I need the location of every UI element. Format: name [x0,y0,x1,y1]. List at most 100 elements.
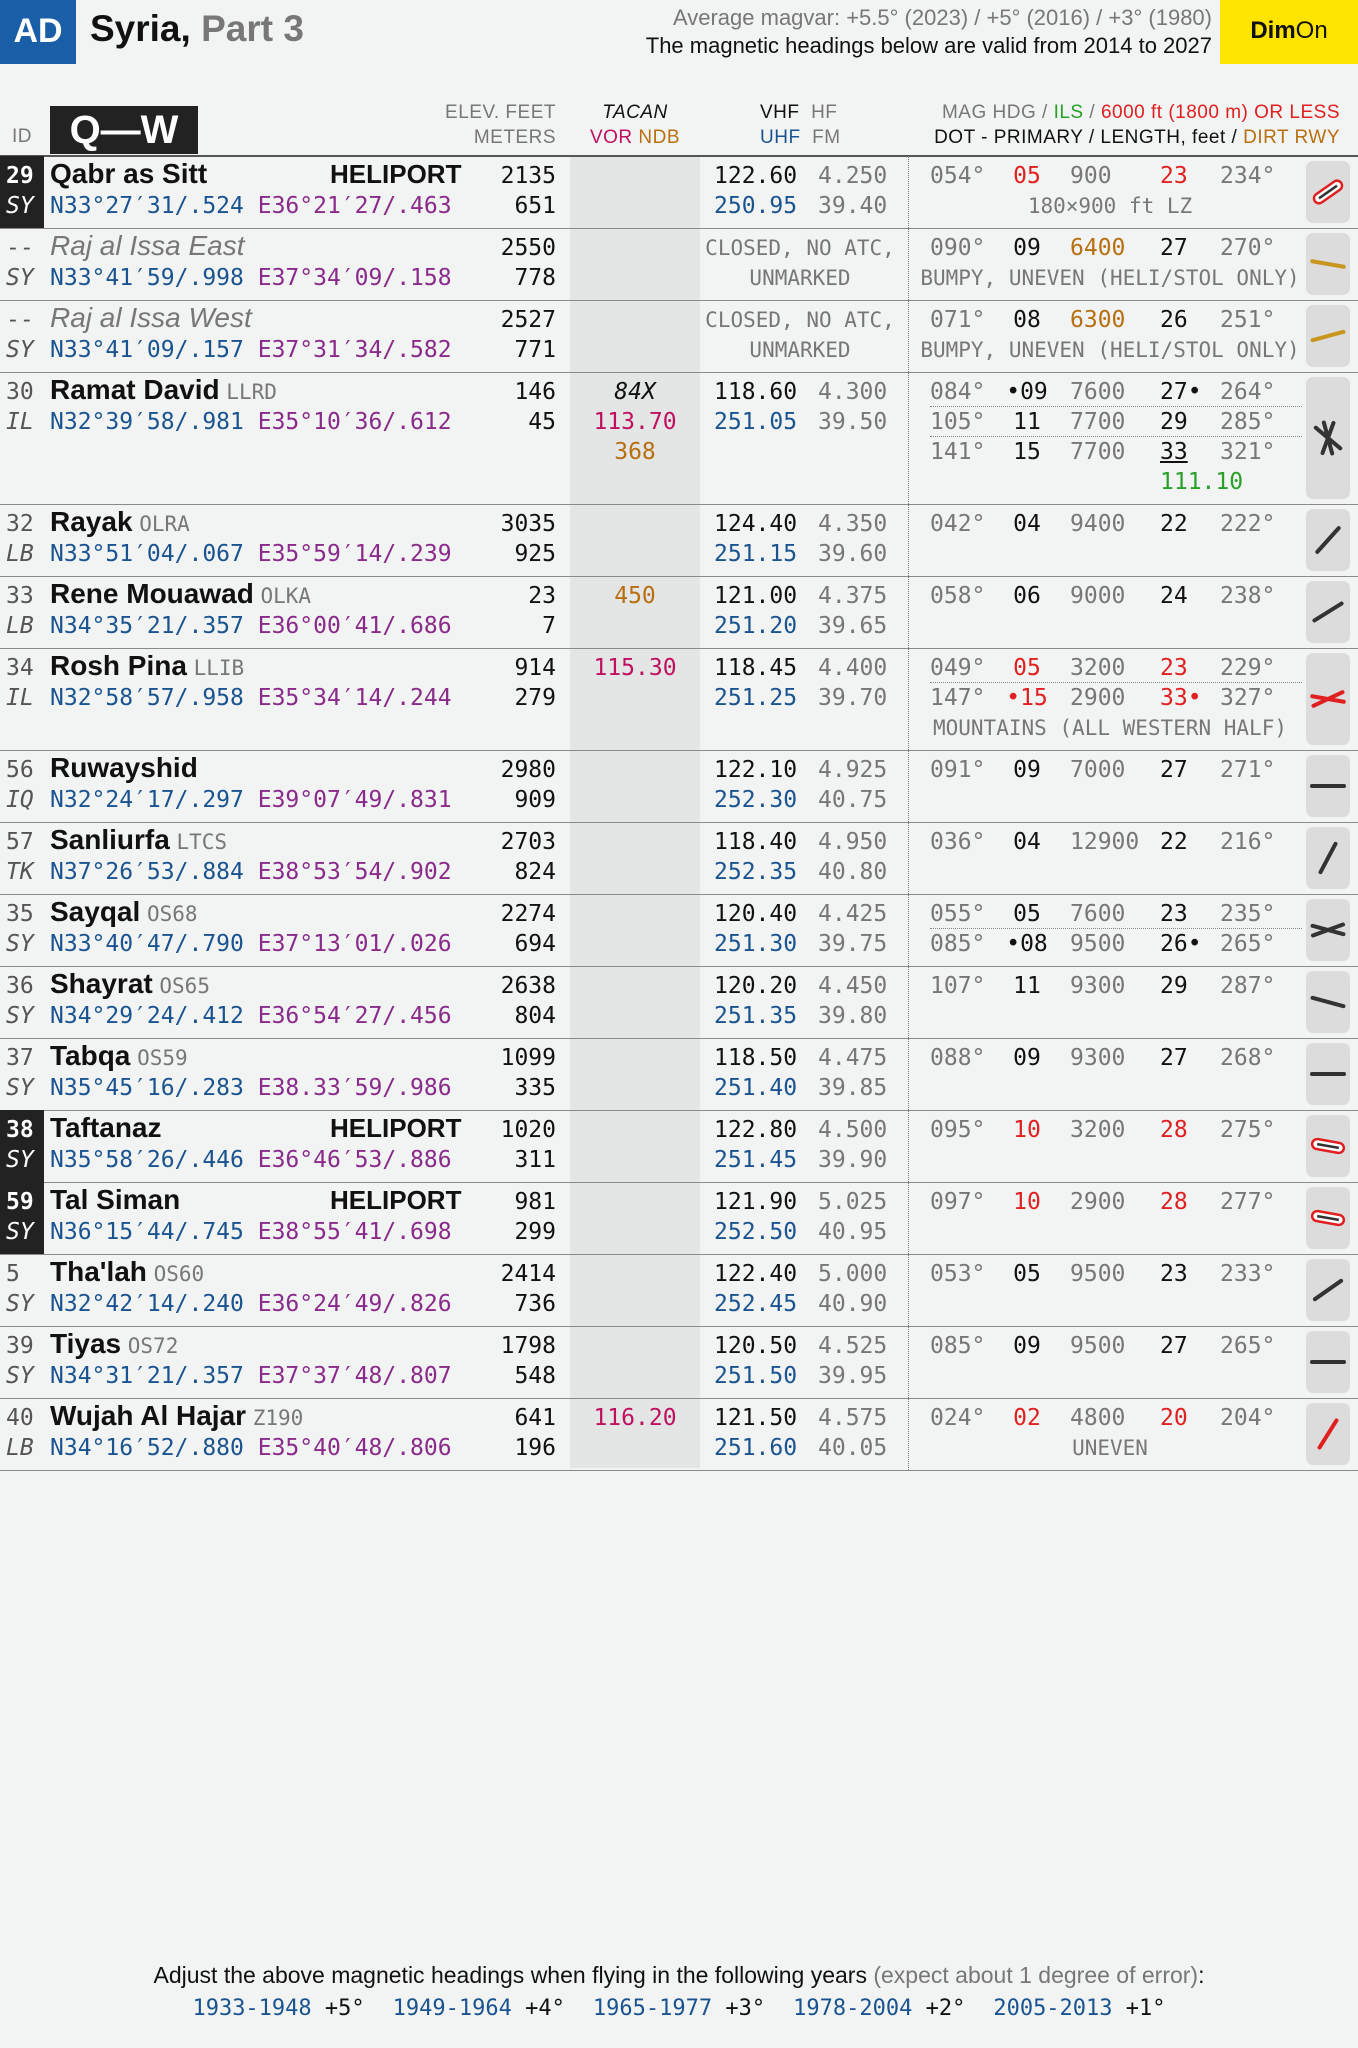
runway-heading: 265° [1220,1333,1276,1359]
runway-diagram-icon [1310,329,1346,343]
uhf-frequency: 251.30 [714,931,798,957]
runway-diagram-button[interactable] [1306,1043,1350,1105]
airfield-name[interactable]: Rosh Pina [50,650,187,681]
elevation-meters: 824 [514,859,556,885]
runway-heading: 071° [930,307,986,333]
airfield-row: 56 IQ Ruwayshid N32°24′17/.297 E39°07′49/.8… [0,750,1358,823]
vor-frequency: 116.20 [593,1405,677,1431]
airfield-name[interactable]: Ramat David [50,374,220,405]
runway-diagram-button[interactable] [1306,161,1350,223]
column-divider [908,1326,909,1398]
col-runways: MAG HDG / ILS / 6000 ft (1800 m) OR LESS… [934,102,1340,148]
runway-diagram-button[interactable] [1306,755,1350,817]
icao-code: OS60 [153,1262,205,1286]
hf-frequency: 4.525 [818,1333,888,1359]
fm-frequency: 40.80 [818,859,888,885]
country-code: SY [6,931,34,957]
runway-length: 3200 [1070,1117,1126,1143]
latitude: N33°41′09/.157 [50,337,244,363]
runway-diagram-button[interactable] [1306,1403,1350,1465]
runway-diagram-button[interactable] [1306,233,1350,295]
latitude: N36°15′44/.745 [50,1219,244,1245]
runway-diagram-button[interactable] [1306,305,1350,367]
airfield-name[interactable]: Ruwayshid [50,752,198,783]
airfield-row: 35 SY Sayqal OS68 N33°40′47/.790 E37°13′01/… [0,894,1358,967]
runway-diagram-button[interactable] [1306,827,1350,889]
runway-diagram-button[interactable] [1306,971,1350,1033]
coordinates: N34°29′24/.412 E36°54′27/.456 [50,1001,452,1031]
latitude: N34°16′52/.880 [50,1435,244,1461]
latitude: N34°29′24/.412 [50,1003,244,1029]
runway-diagram-button[interactable] [1306,1259,1350,1321]
airfield-name[interactable]: Sayqal [50,896,140,927]
airfield-name[interactable]: Tabqa [50,1040,130,1071]
latitude: N37°26′53/.884 [50,859,244,885]
runway-diagram-icon [1310,784,1346,788]
airfield-name[interactable]: Rayak [50,506,133,537]
vhf-frequency: 122.60 [714,163,798,189]
airfield-row: 38 SY Taftanaz HELIPORT N35°58′26/.446 E36°4… [0,1110,1358,1183]
runway-diagram-button[interactable] [1306,1115,1350,1177]
elevation-feet: 2135 [500,163,556,189]
ils-frequency: 111.10 [1160,469,1244,495]
country-code: SY [6,1291,34,1317]
runway-heading: 222° [1220,511,1276,537]
airfield-name[interactable]: Wujah Al Hajar [50,1400,246,1431]
airfield-name[interactable]: Taftanaz [50,1112,162,1143]
airfield-row: 40 LB Wujah Al Hajar Z190 N34°16′52/.880 E3… [0,1398,1358,1471]
runway-heading: 091° [930,757,986,783]
coordinates: N33°51′04/.067 E35°59′14/.239 [50,539,452,569]
runway-id: 05 [1013,1261,1041,1287]
fm-frequency: 39.65 [818,613,888,639]
airfield-name[interactable]: Qabr as Sitt [50,158,207,189]
latitude: N33°41′59/.998 [50,265,244,291]
runway-diagram-button[interactable] [1306,899,1350,961]
runway-id: 23 [1160,655,1188,681]
airfield-name[interactable]: Tha'lah [50,1256,147,1287]
airfield-name[interactable]: Raj al Issa West [50,302,252,333]
year-range: 1933-1948 [192,1996,312,2021]
airfield-name[interactable]: Tiyas [50,1328,121,1359]
runway-diagram-button[interactable] [1306,377,1350,499]
runway-length: 900 [1070,163,1112,189]
hf-frequency: 4.300 [818,379,888,405]
runway-id: 05 [1013,163,1041,189]
uhf-frequency: 250.95 [714,193,798,219]
airfield-name[interactable]: Rene Mouawad [50,578,254,609]
fm-frequency: 40.95 [818,1219,888,1245]
runway-diagram-button[interactable] [1306,1187,1350,1249]
column-divider [908,156,909,228]
elevation-meters: 311 [514,1147,556,1173]
runway-diagram-button[interactable] [1306,581,1350,643]
airfield-name[interactable]: Sanliurfa [50,824,170,855]
hf-frequency: 4.425 [818,901,888,927]
airfield-name[interactable]: Shayrat [50,968,153,999]
icao-code: Z190 [252,1406,304,1430]
runway-diagram-button[interactable] [1306,509,1350,571]
airfield-name[interactable]: Raj al Issa East [50,230,245,261]
airfield-row: 37 SY Tabqa OS59 N35°45′16/.283 E38.33′59/.… [0,1038,1358,1111]
runway-diagram-button[interactable] [1306,653,1350,745]
vhf-frequency: 118.40 [714,829,798,855]
airfield-id: 35 [6,901,34,927]
elevation-meters: 736 [514,1291,556,1317]
airfield-name[interactable]: Tal Siman [50,1184,180,1215]
runway-id: 11 [1013,973,1041,999]
runway-id: 10 [1013,1189,1041,1215]
coordinates: N35°45′16/.283 E38.33′59/.986 [50,1073,452,1103]
runway-diagram-button[interactable] [1306,1331,1350,1393]
dim-on-toggle[interactable]: DimOn [1220,0,1358,64]
airfield-id: 5 [6,1261,20,1287]
fm-frequency: 39.75 [818,931,888,957]
column-divider [908,894,909,966]
runway-note: 180×900 ft LZ [1027,194,1193,218]
runway-id: 09 [1013,1045,1041,1071]
hf-frequency: 4.350 [818,511,888,537]
column-divider [908,1038,909,1110]
longitude: E38°55′41/.698 [257,1219,452,1245]
vhf-frequency: 122.40 [714,1261,798,1287]
column-divider [908,750,909,822]
airfield-name-line: Ruwayshid [50,753,198,785]
runway-id: 15 [1013,439,1041,465]
runway-heading: 238° [1220,583,1276,609]
